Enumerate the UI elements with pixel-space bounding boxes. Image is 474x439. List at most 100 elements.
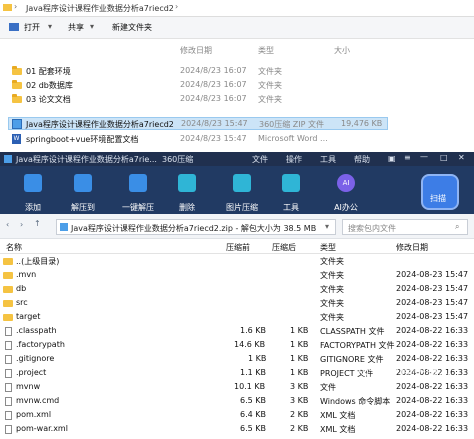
extract-icon: [74, 174, 92, 192]
row-name: src: [16, 298, 28, 307]
file-icon: [5, 425, 12, 434]
up-icon[interactable]: ↑: [34, 219, 41, 228]
address-field[interactable]: Java程序设计课程作业数据分析a7riecd2.zip - 解包大小为 38.…: [56, 219, 336, 235]
menu-operate[interactable]: 操作: [286, 154, 302, 165]
item-type: 360压缩 ZIP 文件: [259, 120, 325, 129]
row-packed: 3 KB: [290, 382, 309, 391]
image-compress-label: 图片压缩: [226, 203, 258, 212]
row-compressed: 6.4 KB: [240, 410, 266, 419]
back-icon[interactable]: ‹: [6, 220, 9, 229]
table-row[interactable]: .mvn 文件夹 2024-08-23 15:47: [0, 269, 474, 282]
open-icon: [9, 23, 19, 31]
open-button[interactable]: 打开: [24, 22, 40, 33]
row-compressed: 14.6 KB: [234, 340, 266, 349]
forward-icon[interactable]: ›: [20, 220, 23, 229]
menu-icon[interactable]: ≡: [404, 153, 411, 162]
file-icon: [5, 369, 12, 378]
table-row[interactable]: mvnw.cmd 6.5 KB 3 KB Windows 命令脚本 2024-0…: [0, 395, 474, 408]
delete-label: 删除: [179, 203, 195, 212]
tools-button[interactable]: 工具: [274, 172, 308, 212]
table-row[interactable]: .classpath 1.6 KB 1 KB CLASSPATH 文件 2024…: [0, 325, 474, 338]
table-row[interactable]: target 文件夹 2024-08-23 15:47: [0, 311, 474, 324]
new-folder-button[interactable]: 新建文件夹: [112, 22, 152, 33]
list-item[interactable]: 03 论文文档 2024/8/23 16:07 文件夹: [8, 92, 388, 105]
chevron-right-icon: ›: [14, 2, 18, 11]
column-type[interactable]: 类型: [320, 242, 336, 253]
row-name: .classpath: [16, 326, 57, 335]
extract-button[interactable]: 解压到: [66, 172, 100, 212]
column-compressed[interactable]: 压缩前: [226, 242, 250, 253]
table-row[interactable]: mvnw 10.1 KB 3 KB 文件 2024-08-22 16:33: [0, 381, 474, 394]
word-icon: W: [12, 134, 21, 144]
column-date[interactable]: 修改日期: [180, 45, 212, 56]
row-compressed: 1 KB: [248, 354, 267, 363]
search-input[interactable]: 搜索包内文件 ⌕: [342, 219, 468, 235]
item-type: 文件夹: [258, 95, 282, 104]
row-modified: 2024-08-22 16:33: [396, 340, 469, 349]
zip-column-header: 名称 压缩前 压缩后 类型 修改日期: [0, 239, 474, 254]
image-compress-button[interactable]: 图片压缩: [222, 172, 262, 212]
address-path: Java程序设计课程作业数据分析a7riecd2: [26, 4, 174, 13]
row-type: CLASSPATH 文件: [320, 327, 385, 336]
table-row[interactable]: pom.xml 6.4 KB 2 KB XML 文档 2024-08-22 16…: [0, 409, 474, 422]
add-icon: [24, 174, 42, 192]
explorer-toolbar: 打开 ▾ 共享 ▾ 新建文件夹: [0, 17, 474, 39]
folder-icon: [3, 258, 13, 265]
folder-icon: [3, 272, 13, 279]
item-name: 02 db数据库: [26, 81, 73, 90]
list-item-selected[interactable]: Java程序设计课程作业数据分析a7riecd2 2024/8/23 15:47…: [8, 117, 388, 130]
list-item[interactable]: 01 配套环境 2024/8/23 16:07 文件夹: [8, 64, 388, 77]
column-modified[interactable]: 修改日期: [396, 242, 428, 253]
chevron-down-icon: ▾: [325, 222, 330, 231]
row-name: pom-war.xml: [16, 424, 68, 433]
row-packed: 1 KB: [290, 340, 309, 349]
explorer-column-header: 修改日期 类型 大小: [0, 39, 474, 61]
menu-help[interactable]: 帮助: [354, 154, 370, 165]
zip-toolbar: 添加 解压到 一键解压 删除 图片压缩 工具 AI AI办公 扫描: [0, 166, 474, 214]
chevron-right-icon: ›: [175, 2, 179, 11]
file-icon: [5, 383, 12, 392]
column-packed[interactable]: 压缩后: [272, 242, 296, 253]
folder-icon: [3, 4, 12, 11]
minimize-icon[interactable]: —: [420, 152, 428, 161]
ai-office-button[interactable]: AI AI办公: [326, 172, 366, 212]
column-size[interactable]: 大小: [334, 45, 350, 56]
table-row[interactable]: ..(上级目录) 文件夹: [0, 255, 474, 268]
one-click-extract-icon: [129, 174, 147, 192]
file-icon: [5, 327, 12, 336]
table-row[interactable]: db 文件夹 2024-08-23 15:47: [0, 283, 474, 296]
chevron-down-icon: ▾: [48, 22, 53, 31]
address-bar[interactable]: › Java程序设计课程作业数据分析a7riecd2 ›: [0, 0, 474, 17]
add-button[interactable]: 添加: [16, 172, 50, 212]
row-name: ..(上级目录): [16, 257, 60, 266]
item-type: Microsoft Word ...: [258, 134, 328, 143]
one-click-extract-button[interactable]: 一键解压: [118, 172, 158, 212]
delete-icon: [178, 174, 196, 192]
folder-icon: [3, 286, 13, 293]
list-item[interactable]: W springboot+vue环境配置文档 2024/8/23 15:47 M…: [8, 132, 388, 145]
file-icon: [5, 411, 12, 420]
row-type: Windows 命令脚本: [320, 397, 391, 406]
item-name: springboot+vue环境配置文档: [26, 135, 139, 144]
maximize-icon[interactable]: □: [440, 153, 448, 162]
row-name: .gitignore: [16, 354, 55, 363]
share-button[interactable]: 共享: [68, 22, 84, 33]
table-row[interactable]: .factorypath 14.6 KB 1 KB FACTORYPATH 文件…: [0, 339, 474, 352]
ai-office-icon: AI: [337, 174, 355, 192]
list-item[interactable]: 02 db数据库 2024/8/23 16:07 文件夹: [8, 78, 388, 91]
scan-button[interactable]: 扫描: [421, 174, 459, 210]
table-row[interactable]: src 文件夹 2024-08-23 15:47: [0, 297, 474, 310]
menu-tools[interactable]: 工具: [320, 154, 336, 165]
item-date: 2024/8/23 16:07: [180, 66, 247, 75]
row-name: db: [16, 284, 27, 293]
row-name: mvnw: [16, 382, 41, 391]
column-name[interactable]: 名称: [6, 242, 22, 253]
row-modified: 2024-08-23 15:47: [396, 298, 469, 307]
close-icon[interactable]: ✕: [458, 153, 465, 162]
row-type: 文件夹: [320, 257, 344, 266]
column-type[interactable]: 类型: [258, 45, 274, 56]
menu-file[interactable]: 文件: [252, 154, 268, 165]
delete-button[interactable]: 删除: [170, 172, 204, 212]
table-row[interactable]: pom-war.xml 6.5 KB 2 KB XML 文档 2024-08-2…: [0, 423, 474, 436]
skin-icon[interactable]: ▣: [388, 154, 396, 163]
